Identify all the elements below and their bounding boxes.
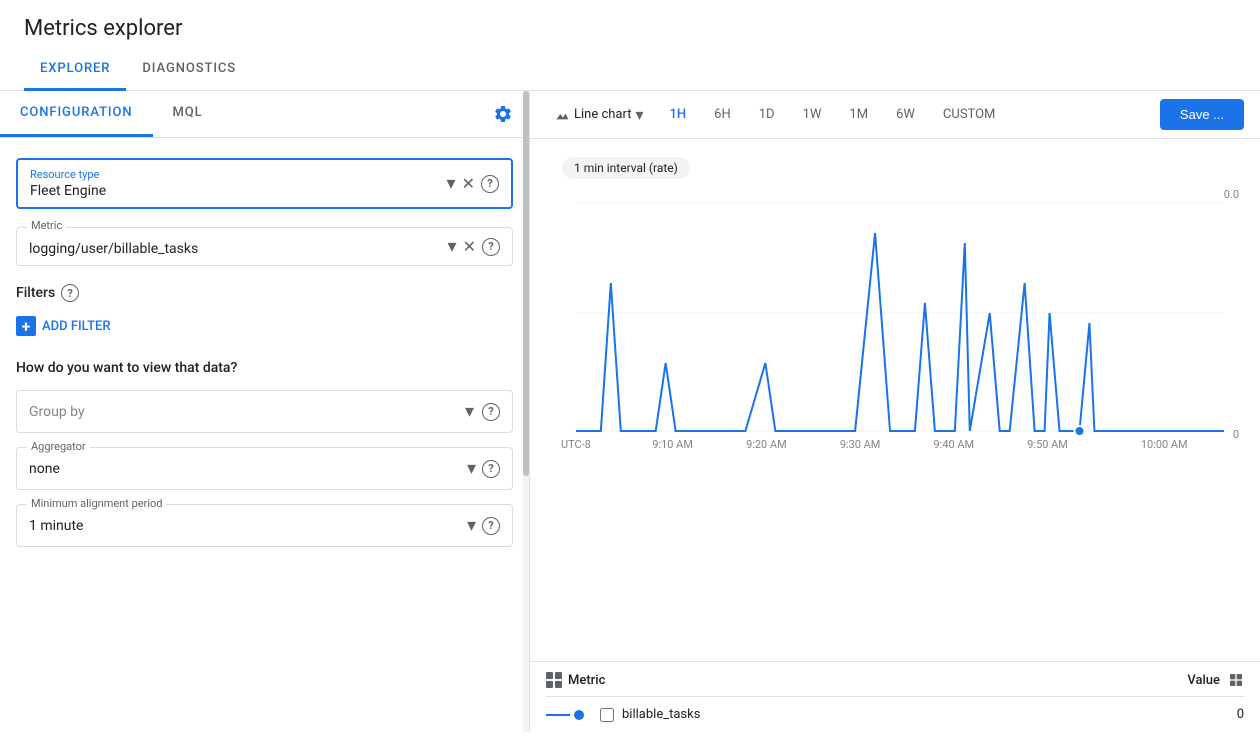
resource-type-help-icon[interactable]: ? [481,175,499,193]
min-alignment-label: Minimum alignment period [27,497,166,510]
chart-toolbar: Line chart ▾ 1H 6H 1D 1W 1M 6W CUSTOM Sa… [530,91,1260,139]
resource-type-clear-icon[interactable]: ✕ [462,174,475,193]
group-by-dropdown-icon[interactable]: ▾ [465,401,474,422]
aggregator-value: none [29,461,467,477]
interval-badge: 1 min interval (rate) [562,157,690,179]
tab-diagnostics[interactable]: DIAGNOSTICS [126,49,252,91]
time-custom[interactable]: CUSTOM [933,103,1005,126]
legend-value: 0 [1237,707,1244,722]
resource-type-field: Resource type Fleet Engine ▾ ✕ ? [16,158,513,209]
filters-label: Filters [16,285,55,301]
metric-clear-icon[interactable]: ✕ [463,237,476,256]
metric-field: Metric logging/user/billable_tasks ▾ ✕ ? [16,227,513,266]
svg-text:10:00 AM: 10:00 AM [1141,438,1188,451]
time-6w[interactable]: 6W [886,103,925,126]
legend-line [546,710,584,720]
chart-type-button[interactable]: Line chart ▾ [546,101,652,128]
metric-value: logging/user/billable_tasks [29,237,448,257]
top-tabs: EXPLORER DIAGNOSTICS [0,49,1260,91]
svg-text:0: 0 [1233,428,1239,441]
legend-metric-header: Metric [546,672,1187,688]
svg-text:9:30 AM: 9:30 AM [840,438,881,451]
group-by-help-icon[interactable]: ? [482,403,500,421]
aggregator-label: Aggregator [27,440,90,453]
chart-type-label: Line chart [574,107,631,122]
min-alignment-field: Minimum alignment period 1 minute ▾ ? [16,504,513,547]
filters-section: Filters ? + ADD FILTER [16,284,513,340]
metric-dropdown-icon[interactable]: ▾ [448,236,457,257]
chart-type-dropdown-icon: ▾ [635,105,643,124]
legend-area: Metric Value billable_tasks 0 [530,661,1260,732]
min-alignment-dropdown-icon[interactable]: ▾ [467,515,476,536]
svg-text:9:10 AM: 9:10 AM [652,438,693,451]
right-panel: Line chart ▾ 1H 6H 1D 1W 1M 6W CUSTOM Sa… [530,91,1260,732]
legend-metric-name: billable_tasks [622,707,1237,722]
group-by-placeholder: Group by [29,404,465,420]
svg-text:9:20 AM: 9:20 AM [746,438,787,451]
left-panel: CONFIGURATION MQL Resource type Fleet En… [0,91,530,732]
metric-help-icon[interactable]: ? [482,238,500,256]
time-6h[interactable]: 6H [704,103,741,126]
tab-explorer[interactable]: EXPLORER [24,49,126,91]
legend-row: billable_tasks 0 [546,697,1244,732]
save-button[interactable]: Save ... [1160,99,1244,130]
aggregator-dropdown-icon[interactable]: ▾ [467,458,476,479]
tab-mql[interactable]: MQL [153,91,223,137]
time-1m[interactable]: 1M [839,103,878,126]
chart-area: 0.0 0 UTC-8 9:10 AM 9:20 AM 9:30 AM 9:40… [530,183,1260,661]
resource-type-label: Resource type [30,168,447,181]
resource-type-value: Fleet Engine [30,183,447,199]
legend-value-header: Value [1187,672,1244,688]
group-by-field[interactable]: Group by ▾ ? [16,390,513,433]
svg-text:9:40 AM: 9:40 AM [934,438,975,451]
gear-button[interactable] [477,96,529,132]
time-1w[interactable]: 1W [793,103,832,126]
add-filter-plus-icon: + [16,316,36,336]
view-section-title: How do you want to view that data? [16,360,513,376]
add-filter-label: ADD FILTER [42,319,111,334]
resource-type-dropdown-icon[interactable]: ▾ [447,173,456,194]
grid-icon [546,672,562,688]
scroll-thumb [523,91,529,476]
scrollbar[interactable] [523,91,529,732]
add-filter-button[interactable]: + ADD FILTER [16,312,513,340]
config-header: CONFIGURATION MQL [0,91,529,138]
aggregator-help-icon[interactable]: ? [482,460,500,478]
svg-text:9:50 AM: 9:50 AM [1027,438,1068,451]
min-alignment-value: 1 minute [29,518,467,534]
time-1d[interactable]: 1D [749,103,785,126]
svg-text:UTC-8: UTC-8 [561,438,591,451]
svg-text:0.0: 0.0 [1224,188,1239,201]
time-1h[interactable]: 1H [660,103,697,126]
legend-checkbox[interactable] [600,708,614,722]
filters-help-icon[interactable]: ? [61,284,79,302]
app-title: Metrics explorer [0,0,1260,49]
min-alignment-help-icon[interactable]: ? [482,517,500,535]
tab-configuration[interactable]: CONFIGURATION [0,91,153,137]
aggregator-field: Aggregator none ▾ ? [16,447,513,490]
metric-label: Metric [27,219,66,232]
